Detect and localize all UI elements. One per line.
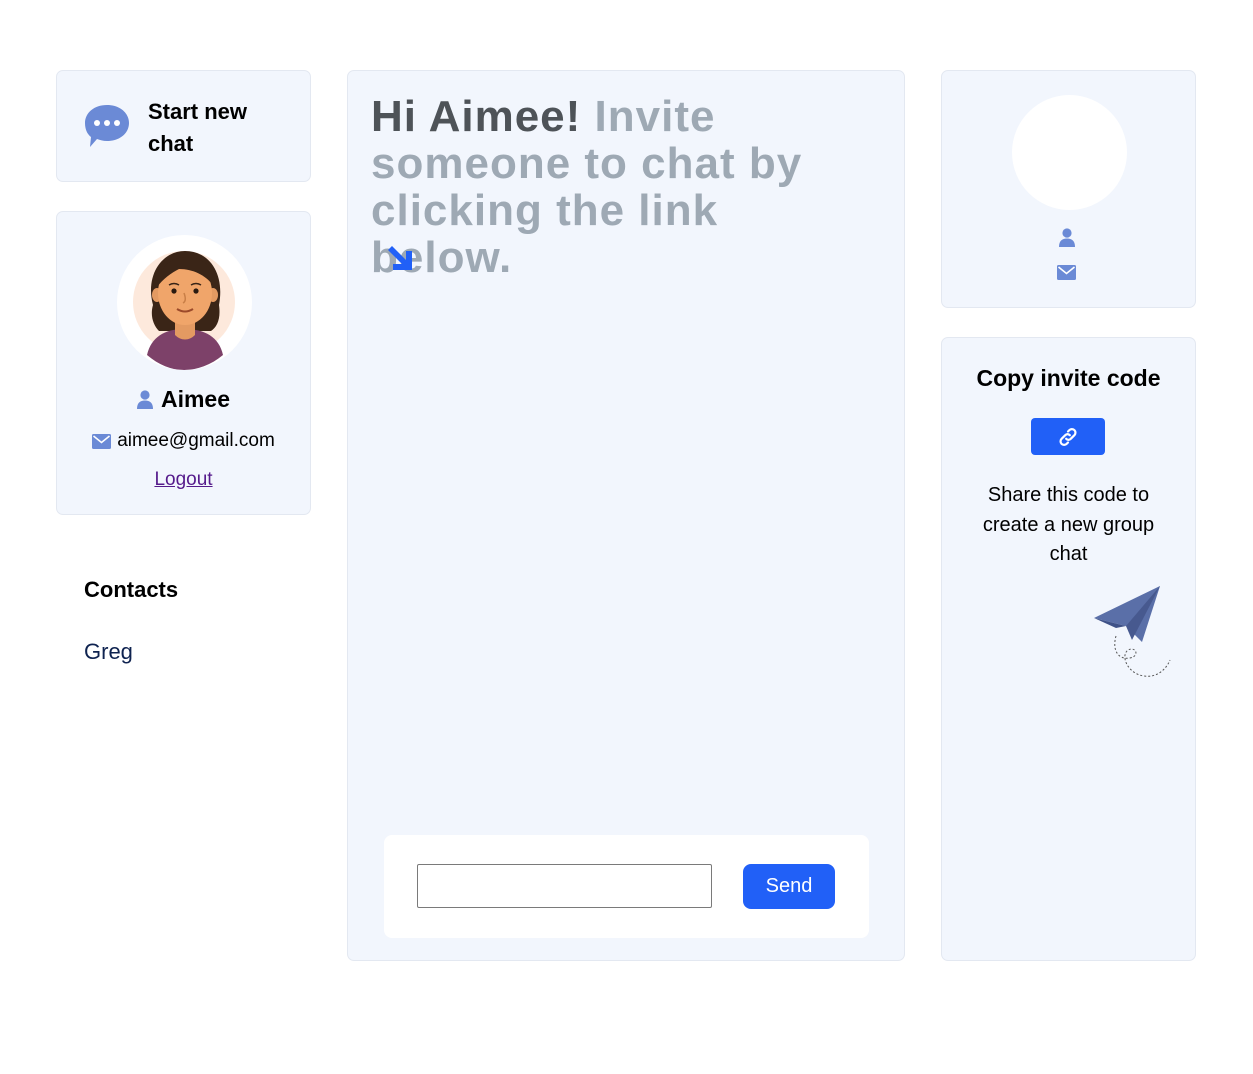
user-icon [1059,228,1075,247]
copy-invite-link-button[interactable] [1031,418,1105,455]
logout-link[interactable]: Logout [57,469,310,491]
profile-card: Aimee aimee@gmail.com Logout [56,211,311,515]
message-input[interactable] [417,864,712,908]
partner-avatar [1012,95,1127,210]
chat-bubble-icon [85,105,129,147]
link-icon [1059,427,1077,446]
envelope-icon [1057,265,1076,280]
profile-email: aimee@gmail.com [117,430,275,451]
profile-name: Aimee [160,386,231,412]
greeting-text: Hi Aimee! Invite someone to chat by clic… [371,93,871,281]
start-new-chat-label: Start new chat [148,99,248,156]
start-new-chat-card[interactable]: Start new chat [56,70,311,182]
envelope-icon [92,433,112,449]
send-button[interactable]: Send [743,864,835,909]
profile-name-row: Aimee [57,386,310,413]
invite-description: Share this code to create a new group ch… [982,484,1155,565]
user-icon [136,390,153,409]
contact-item[interactable]: Greg [84,639,133,665]
chat-partner-card [941,70,1196,308]
invite-card: Copy invite code Share this code to crea… [941,337,1196,961]
avatar [117,235,252,370]
contacts-heading: Contacts [84,577,179,602]
chat-panel: Hi Aimee! Invite someone to chat by clic… [347,70,905,961]
profile-email-row: aimee@gmail.com [57,430,310,452]
paper-plane-icon [1094,586,1171,677]
message-composer: Send [384,835,869,938]
arrow-down-right-icon [388,246,412,270]
greeting-hi: Hi Aimee! [371,92,582,141]
invite-title: Copy invite code [976,365,1161,391]
